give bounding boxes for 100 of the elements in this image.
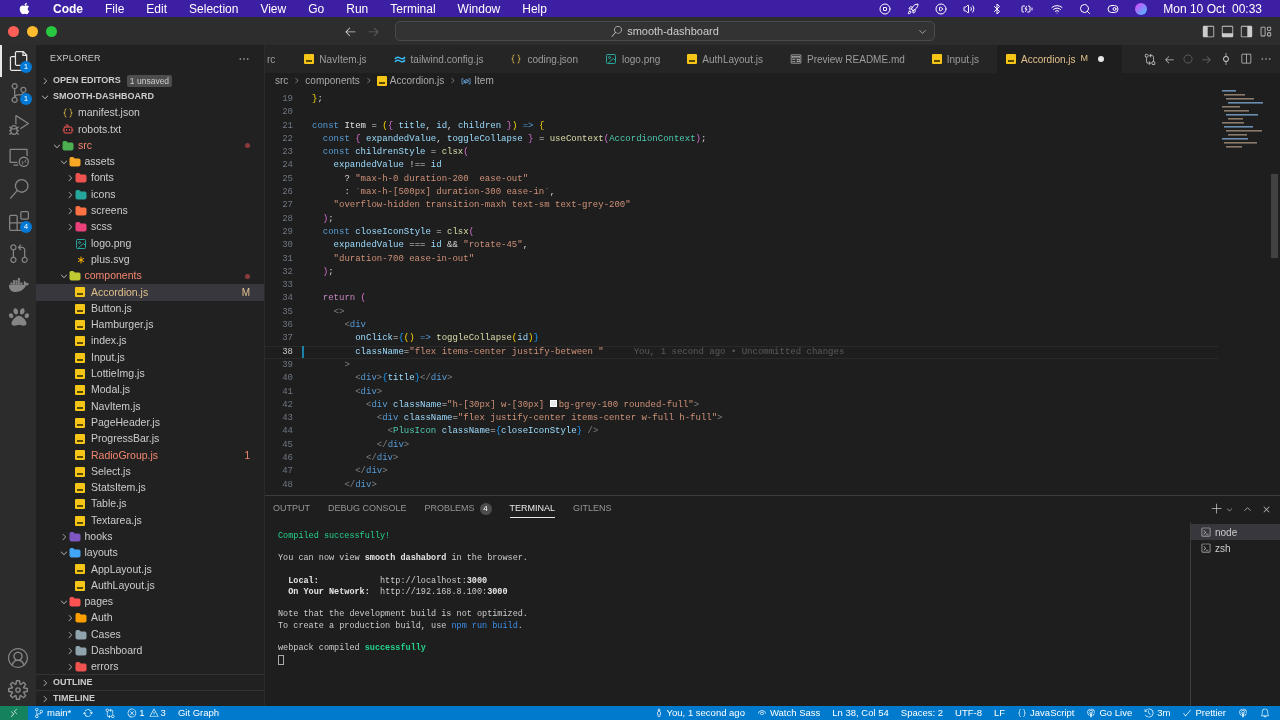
status-item[interactable]: Spaces: 2 [900,705,944,720]
control-center-icon[interactable] [1107,2,1120,15]
tree-row[interactable]: Cases [36,626,264,643]
tree-row[interactable]: logo.png [36,235,264,252]
status-item[interactable]: 3m [1144,705,1171,720]
panel-tab[interactable]: DEBUG CONSOLE [328,500,407,518]
menu-item[interactable]: Help [522,0,547,18]
compare-icon[interactable] [105,708,116,718]
menu-item[interactable]: Run [346,0,369,18]
status-item[interactable]: LF [993,705,1006,720]
editor-tab[interactable]: Accordion.js M [997,45,1122,73]
wifi-icon[interactable] [1051,2,1064,15]
tree-row[interactable]: Hamburger.js [36,316,264,334]
siri-icon[interactable] [1135,2,1148,15]
menu-item[interactable]: Edit [146,0,168,18]
menu-item[interactable]: View [260,0,287,18]
status-item[interactable]: JavaScript [1017,705,1075,720]
sync-icon[interactable] [83,708,94,718]
split-editor-icon[interactable] [1240,53,1252,65]
settings-icon[interactable] [8,680,28,700]
sidebar-right-icon[interactable] [1240,24,1253,38]
app-name[interactable]: Code [53,0,83,18]
git-graph-icon[interactable] [9,243,29,263]
status-item[interactable]: Prettier [1182,705,1226,720]
battery-icon[interactable] [1019,2,1036,15]
commit-icon[interactable] [1220,53,1232,65]
sidebar-left-icon[interactable] [1202,24,1215,38]
tree-row[interactable]: index.js [36,333,264,350]
editor-tab[interactable]: logo.png [596,45,679,73]
breadcrumb-item[interactable]: components [305,73,360,88]
editor-tab[interactable]: coding.json [501,45,596,73]
volume-icon[interactable] [963,2,976,15]
tree-row[interactable]: Modal.js [36,382,264,399]
tree-row[interactable]: Select.js [36,463,264,480]
branch-item[interactable]: main* [34,705,72,720]
tree-row[interactable]: screens [36,202,264,220]
status-item[interactable]: Ln 38, Col 54 [832,705,889,720]
command-center[interactable]: smooth-dashboard [395,21,935,41]
play-icon[interactable] [935,2,948,15]
menu-item[interactable]: File [105,0,125,18]
tree-row[interactable]: robots.txt [36,121,264,138]
editor-tab[interactable]: NavItem.js [295,45,385,73]
source-control-icon[interactable] [9,83,29,103]
editor-tab[interactable]: AuthLayout.js [678,45,781,73]
status-item[interactable]: UTF-8 [955,705,982,720]
compare-icon[interactable] [1144,53,1156,65]
collapsed-section[interactable]: OUTLINE [36,674,264,690]
status-item[interactable]: You, 1 second ago [653,705,745,720]
menu-item[interactable]: Go [308,0,325,18]
tree-row[interactable]: AuthLayout.js [36,577,264,594]
scrollbar-thumb[interactable] [1271,174,1278,258]
tree-row[interactable]: src [36,137,264,154]
tree-row[interactable]: icons [36,186,264,203]
run-debug-icon[interactable] [9,115,29,135]
tree-row[interactable]: manifest.json [36,105,264,122]
tree-row[interactable]: ProgressBar.js [36,430,264,448]
tree-row[interactable]: plus.svg [36,251,264,268]
paw-icon[interactable] [9,307,29,327]
panel-tab[interactable]: TERMINAL [509,500,556,518]
menu-item[interactable]: Selection [189,0,239,18]
status-item[interactable]: Go Live [1086,705,1133,720]
tree-row[interactable]: components [36,267,264,285]
tree-row[interactable]: Table.js [36,496,264,513]
panel-tab[interactable]: PROBLEMS 4 [424,500,492,518]
search-icon[interactable] [9,179,29,199]
open-editors-header[interactable]: OPEN EDITORS 1 unsaved [36,73,264,89]
tree-row[interactable]: Accordion.js M [36,284,264,301]
tree-row[interactable]: scss [36,219,264,236]
remote-explorer-icon[interactable] [9,147,29,167]
account-icon[interactable] [8,648,28,668]
rocket-icon[interactable] [907,2,920,15]
editor-tab[interactable]: tailwind.config.js [384,45,502,73]
menu-item[interactable]: Terminal [390,0,436,18]
breadcrumb-item[interactable]: Item [461,73,494,88]
zoom-window-button[interactable] [46,25,57,37]
tree-row[interactable]: NavItem.js [36,398,264,415]
apple-icon[interactable] [18,2,31,15]
git-graph-item[interactable]: Git Graph [177,705,220,720]
panel-tab[interactable]: OUTPUT [273,500,310,518]
notifications-icon[interactable] [1260,708,1270,718]
terminal-instance[interactable]: node [1191,524,1280,540]
editor-tab[interactable]: rc [265,45,296,73]
breadcrumb-item[interactable]: src [275,73,289,88]
tree-row[interactable]: RadioGroup.js 1 [36,447,264,464]
editor-tab[interactable]: Input.js [922,45,998,73]
minimize-window-button[interactable] [27,25,38,37]
status-item[interactable]: Watch Sass [756,705,821,720]
tree-row[interactable]: pages [36,593,264,611]
add-icon[interactable] [1211,503,1223,515]
tree-row[interactable]: assets [36,153,264,171]
tree-row[interactable]: Textarea.js [36,512,264,529]
menu-item[interactable]: Window [457,0,501,18]
panel-icon[interactable] [1221,24,1234,38]
close-window-button[interactable] [8,25,19,37]
feedback-icon[interactable] [1238,708,1248,718]
tree-row[interactable]: AppLayout.js [36,561,264,578]
panel-tab[interactable]: GITLENS [573,500,612,518]
workspace-header[interactable]: SMOOTH-DASHBOARD [36,89,264,105]
tree-row[interactable]: LottieImg.js [36,365,264,383]
tree-row[interactable]: StatsItem.js [36,479,264,497]
